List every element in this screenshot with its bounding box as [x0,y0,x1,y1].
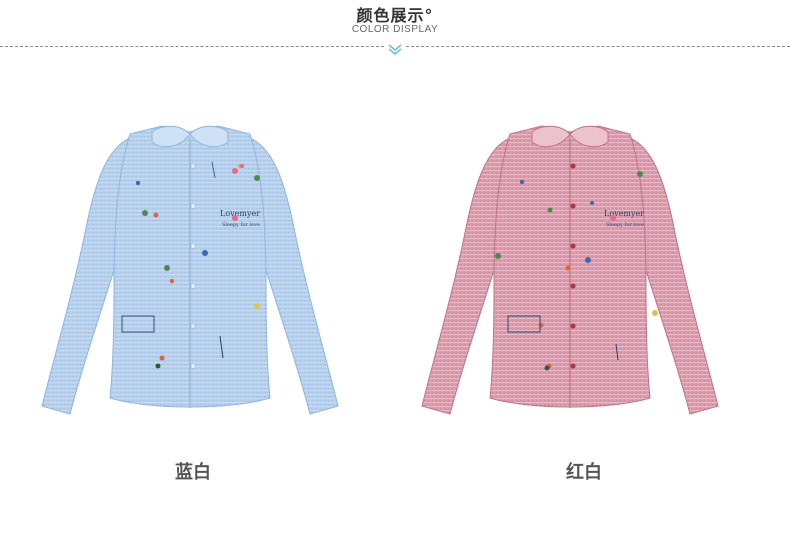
embroidered-text: Lovemyer [604,209,644,218]
embroidered-subtext: Sleepy for love [606,222,644,228]
embroidered-subtext: Sleepy for love [222,222,260,228]
section-header: 颜色展示° COLOR DISPLAY [0,0,790,60]
caption-blue-white: 蓝白 [175,462,211,483]
product-image-blue-shirt[interactable]: Lovemyer Sleepy for love [30,118,350,418]
product-image-red-shirt[interactable]: Lovemyer Sleepy for love [410,118,730,418]
caption-red-white: 红白 [566,462,602,483]
embroidered-text: Lovemyer [220,209,260,218]
double-chevron-down-icon [385,42,405,56]
section-title: 颜色展示° [356,6,434,25]
section-subtitle: COLOR DISPLAY [351,24,439,35]
